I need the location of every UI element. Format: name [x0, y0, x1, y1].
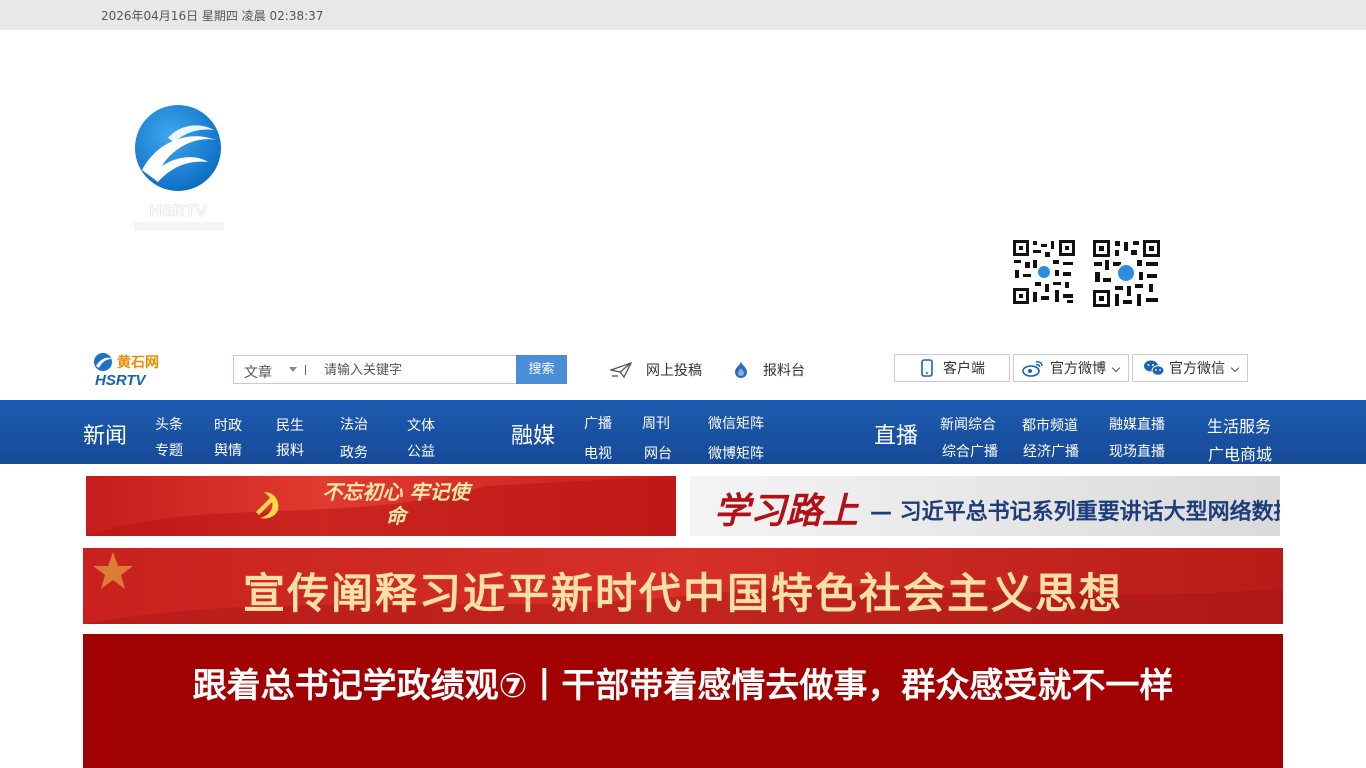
qr-code-wechat-icon [1091, 238, 1162, 309]
nav-item-onsite-live[interactable]: 现场直播 [1109, 441, 1165, 461]
banner-xi-thought[interactable]: 宣传阐释习近平新时代中国特色社会主义思想 [83, 548, 1283, 624]
nav-item-general-radio[interactable]: 综合广播 [942, 441, 998, 461]
client-app-button[interactable]: 客户端 [894, 354, 1010, 382]
mobile-phone-icon [921, 359, 933, 377]
top-bar: 2026年04月16日 星期四 凌晨 02:38:37 [0, 0, 1366, 30]
nav-item-topics[interactable]: 专题 [155, 440, 183, 460]
banner-slogan: 不忘初心 牢记使命 [322, 480, 470, 528]
nav-item-government[interactable]: 政务 [340, 442, 368, 462]
search-input[interactable] [324, 359, 514, 381]
banner-study-title: 学习路上 [714, 490, 859, 532]
official-wechat-label: 官方微信 [1169, 361, 1225, 377]
nav-live-title[interactable]: 直播 [874, 418, 918, 450]
main-nav: 新闻 头条 专题 时政 舆情 民生 报料 法治 政务 文体 公益 融媒 广播 电… [0, 400, 1366, 464]
nav-item-tipoff[interactable]: 报料 [276, 440, 304, 460]
paper-plane-icon [610, 361, 632, 379]
nav-news-title[interactable]: 新闻 [83, 418, 127, 450]
banner-xi-thought-text: 宣传阐释习近平新时代中国特色社会主义思想 [242, 569, 1123, 618]
online-submission-label: 网上投稿 [646, 363, 702, 379]
nav-media-title[interactable]: 融媒 [511, 418, 555, 450]
nav-item-net-station[interactable]: 网台 [644, 443, 672, 463]
svg-text:HSRTV: HSRTV [149, 201, 207, 220]
search-button[interactable]: 搜索 [516, 355, 567, 384]
official-wechat-button[interactable]: 官方微信 [1132, 354, 1248, 382]
chevron-down-icon [1230, 363, 1240, 373]
nav-item-politics[interactable]: 时政 [214, 415, 242, 435]
qr-code-app-icon [1011, 238, 1077, 306]
headline-block[interactable]: 跟着总书记学政绩观⑦丨干部带着感情去做事，群众感受就不一样 [83, 634, 1283, 768]
nav-item-news-channel[interactable]: 新闻综合 [940, 414, 996, 434]
site-logo[interactable]: HSRTV [128, 100, 232, 236]
search-box: 文章 搜索 [233, 355, 567, 384]
search-divider [305, 365, 306, 375]
headline-title[interactable]: 跟着总书记学政绩观⑦丨干部带着感情去做事，群众感受就不一样 [143, 662, 1223, 710]
nav-item-livelihood[interactable]: 民生 [276, 415, 304, 435]
report-desk-link[interactable]: 报料台 [733, 360, 805, 380]
nav-item-city-channel[interactable]: 都市频道 [1022, 415, 1078, 435]
banner-original-aspiration[interactable]: 不忘初心 牢记使命 [86, 476, 676, 536]
nav-item-opinion[interactable]: 舆情 [214, 440, 242, 460]
nav-item-wechat-matrix[interactable]: 微信矩阵 [708, 413, 764, 433]
nav-item-life-services[interactable]: 生活服务 [1207, 413, 1271, 437]
hsrtv-emblem-icon: HSRTV [134, 105, 224, 230]
datetime-text: 2026年04月16日 星期四 凌晨 02:38:37 [101, 9, 324, 23]
nav-item-media-live[interactable]: 融媒直播 [1109, 414, 1165, 434]
nav-item-broadcast-mall[interactable]: 广电商城 [1208, 441, 1272, 465]
nav-item-economic-radio[interactable]: 经济广播 [1023, 441, 1079, 461]
nav-item-weekly[interactable]: 周刊 [642, 413, 670, 433]
nav-item-tv[interactable]: 电视 [584, 443, 612, 463]
svg-text:黄石网: 黄石网 [117, 354, 159, 371]
search-type-select[interactable]: 文章 [244, 362, 272, 382]
client-app-label: 客户端 [943, 361, 985, 377]
caret-down-icon[interactable] [289, 367, 297, 372]
official-weibo-button[interactable]: 官方微博 [1013, 354, 1129, 382]
nav-item-law[interactable]: 法治 [340, 414, 368, 434]
official-weibo-label: 官方微博 [1050, 361, 1106, 377]
wechat-icon [1144, 360, 1165, 376]
fire-drop-icon [735, 362, 747, 378]
nav-item-weibo-matrix[interactable]: 微博矩阵 [708, 443, 764, 463]
chevron-down-icon [1111, 363, 1121, 373]
nav-item-headlines[interactable]: 头条 [155, 414, 183, 434]
nav-item-radio[interactable]: 广播 [584, 413, 612, 433]
small-site-logo[interactable]: 黄石网 HSRTV [93, 352, 177, 388]
banner-study-road[interactable]: 学习路上 — 习近平总书记系列重要讲话大型网络数据库 [690, 476, 1280, 536]
nav-item-culture-sports[interactable]: 文体 [407, 415, 435, 435]
banner-study-subtitle: — 习近平总书记系列重要讲话大型网络数据库 [870, 500, 1280, 525]
nav-item-public-welfare[interactable]: 公益 [407, 441, 435, 461]
report-desk-label: 报料台 [763, 363, 805, 379]
online-submission-link[interactable]: 网上投稿 [610, 360, 702, 380]
svg-text:HSRTV: HSRTV [95, 372, 148, 388]
weibo-icon [1022, 361, 1043, 377]
